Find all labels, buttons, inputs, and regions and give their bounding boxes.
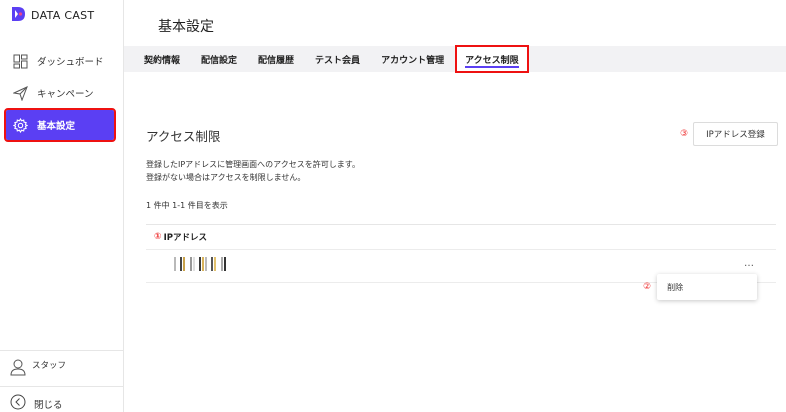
sidebar-divider xyxy=(0,350,124,351)
row-context-menu: 削除 xyxy=(657,274,758,300)
section-title: アクセス制限 xyxy=(146,129,221,144)
tab-contract[interactable]: 契約情報 xyxy=(144,46,180,72)
sidebar-item-label: ダッシュボード xyxy=(37,57,104,68)
table-header-divider xyxy=(146,249,776,250)
datacast-logo-icon xyxy=(10,6,26,25)
register-area: ③ IPアドレス登録 xyxy=(680,122,778,146)
sidebar-item-label: 基本設定 xyxy=(37,121,76,132)
sidebar: DATA CAST ダッシュボード キャンペーン 基本設定 スタッフ 閉じる xyxy=(0,0,124,412)
column-header-ip: ① IPアドレス xyxy=(154,231,207,243)
sidebar-item-dashboard[interactable]: ダッシュボード xyxy=(0,46,124,76)
annotation-marker-1: ① xyxy=(154,232,162,242)
staff-label: スタッフ xyxy=(32,360,67,371)
description: 登録したIPアドレスに管理画面へのアクセスを許可します。 登録がない場合はアクセ… xyxy=(146,158,360,184)
annotation-marker-3: ③ xyxy=(680,129,689,139)
user-icon xyxy=(10,358,26,379)
column-header-label: IPアドレス xyxy=(163,233,208,243)
description-line: 登録がない場合はアクセスを制限しません。 xyxy=(146,173,306,182)
row-menu-area: ② 削除 xyxy=(643,274,758,300)
close-label: 閉じる xyxy=(34,399,63,411)
tab-test-members[interactable]: テスト会員 xyxy=(315,46,360,72)
settings-tabbar: 契約情報 配信設定 配信履歴 テスト会員 アカウント管理 アクセス制限 xyxy=(124,45,786,73)
sidebar-item-label: キャンペーン xyxy=(37,89,94,100)
annotation-marker-2: ② xyxy=(643,282,652,292)
row-more-button[interactable]: … xyxy=(744,258,755,269)
page-title: 基本設定 xyxy=(158,19,214,35)
tab-access-restriction[interactable]: アクセス制限 xyxy=(455,45,529,73)
tab-delivery-settings[interactable]: 配信設定 xyxy=(201,46,237,72)
close-sidebar-button[interactable]: 閉じる xyxy=(10,394,63,412)
table-top-border xyxy=(146,224,776,225)
tab-delivery-history[interactable]: 配信履歴 xyxy=(258,46,294,72)
gear-icon xyxy=(12,117,28,133)
description-line: 登録したIPアドレスに管理画面へのアクセスを許可します。 xyxy=(146,160,360,169)
chevron-left-circle-icon xyxy=(10,394,26,412)
sidebar-divider xyxy=(0,386,124,387)
send-icon xyxy=(12,85,28,101)
sidebar-item-campaign[interactable]: キャンペーン xyxy=(0,78,124,108)
brand-logo[interactable]: DATA CAST xyxy=(10,6,94,24)
sidebar-item-settings[interactable]: 基本設定 xyxy=(4,108,116,142)
register-ip-button[interactable]: IPアドレス登録 xyxy=(693,122,778,146)
staff-account[interactable]: スタッフ xyxy=(10,358,66,379)
sidebar-nav: ダッシュボード キャンペーン 基本設定 xyxy=(0,46,124,142)
masked-ip-value xyxy=(174,257,226,271)
tab-account-management[interactable]: アカウント管理 xyxy=(381,46,444,72)
delete-menu-item[interactable]: 削除 xyxy=(667,282,683,293)
result-count: 1 件中 1-1 件目を表示 xyxy=(146,201,228,210)
brand-name: DATA CAST xyxy=(31,8,95,22)
dashboard-icon xyxy=(12,53,28,69)
